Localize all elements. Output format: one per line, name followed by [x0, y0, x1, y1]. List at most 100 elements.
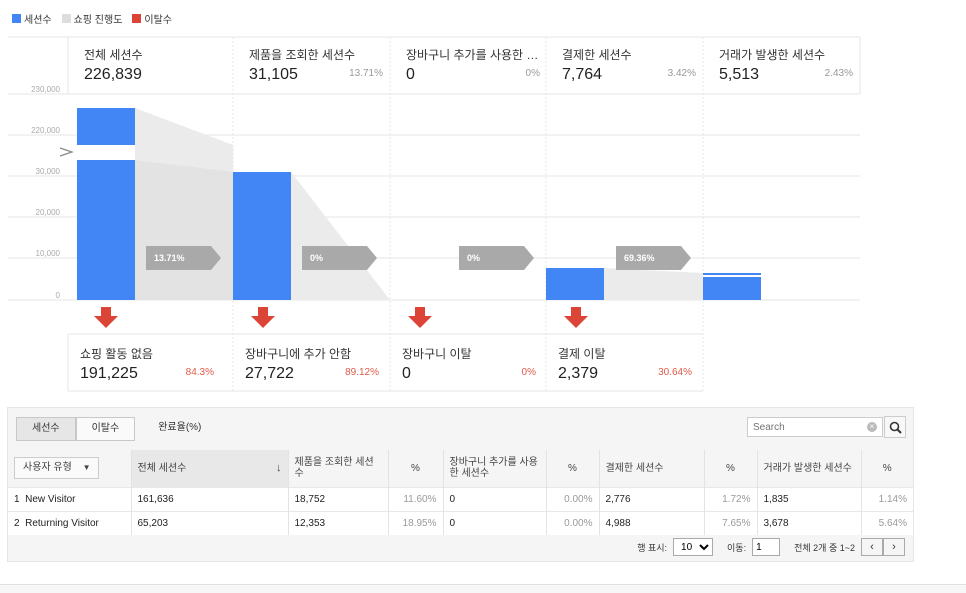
- dimension-select-label: 사용자 유형: [23, 462, 72, 474]
- table-cell: 0: [442, 510, 546, 535]
- table-cell: 4,988: [598, 510, 704, 535]
- row-dimension[interactable]: 1 New Visitor: [8, 486, 131, 511]
- drop-arrow-icon: [564, 307, 588, 328]
- stage-pct: 2.43%: [824, 68, 853, 79]
- table-cell: 11.60%: [387, 486, 443, 511]
- progress-arrow: 0%: [459, 246, 534, 270]
- progress-label: 0%: [467, 253, 481, 263]
- stage-transactions[interactable]: 거래가 발생한 세션수 5,513 2.43%: [703, 46, 859, 84]
- dropoff-no-shopping[interactable]: 쇼핑 활동 없음 191,225 84.3%: [64, 345, 220, 383]
- table-cell: 0: [442, 486, 546, 511]
- stage-product-views[interactable]: 제품을 조회한 세션수 31,105 13.71%: [233, 46, 389, 84]
- progress-arrow: 13.71%: [146, 246, 221, 270]
- dropoff-label: 장바구니 이탈: [402, 347, 472, 361]
- column-header[interactable]: %: [545, 450, 599, 487]
- table-cell: 1,835: [756, 486, 861, 511]
- stage-value: 226,839: [84, 66, 142, 83]
- progress-arrow: 0%: [302, 246, 377, 270]
- clear-search-icon[interactable]: ×: [867, 422, 877, 432]
- bar-transactions-divider: [703, 275, 761, 277]
- bar-product-views[interactable]: [233, 172, 291, 300]
- progress-label: 0%: [310, 253, 324, 263]
- column-header[interactable]: %: [387, 450, 443, 487]
- stage-total-sessions[interactable]: 전체 세션수 226,839: [68, 46, 224, 84]
- table-cell: 65,203: [130, 510, 288, 535]
- progress-label: 69.36%: [624, 253, 655, 263]
- y-tick-label: 230,000: [31, 85, 60, 94]
- column-header[interactable]: 전체 세션수 ↓: [130, 450, 288, 487]
- goto-label: 이동:: [727, 542, 747, 553]
- column-header[interactable]: 제품을 조회한 세션수: [287, 450, 388, 487]
- dropoff-checkout-abandon[interactable]: 결제 이탈 2,379 30.64%: [542, 345, 698, 383]
- table-cell: 18,752: [287, 486, 388, 511]
- table-header-row: 사용자 유형 ▼ 전체 세션수 ↓ 제품을 조회한 세션수 % 장바구니 추가를 …: [8, 450, 913, 487]
- dimension-header: 사용자 유형 ▼: [8, 450, 131, 487]
- bar-total-sessions-lower[interactable]: [77, 160, 135, 300]
- dropoff-pct: 89.12%: [345, 367, 379, 378]
- dropoff-no-cart-add[interactable]: 장바구니에 추가 안함 27,722 89.12%: [229, 345, 385, 383]
- column-header[interactable]: 장바구니 추가를 사용한 세션수: [442, 450, 546, 487]
- drop-arrow-icon: [408, 307, 432, 328]
- stage-add-to-cart[interactable]: 장바구니 추가를 사용한 세... 0 0%: [390, 46, 546, 84]
- column-header[interactable]: %: [860, 450, 913, 487]
- report-panel: 세선수 이탈수 완료율(%) × 사용자 유형 ▼ 전체 세션수 ↓ 제품을 조회…: [7, 407, 914, 562]
- table-cell: 1.72%: [703, 486, 757, 511]
- row-index: 1: [14, 493, 20, 505]
- progress-label: 13.71%: [154, 253, 185, 263]
- goto-page-input[interactable]: [752, 538, 781, 556]
- table-cell: 0.00%: [545, 486, 599, 511]
- rows-per-page-select[interactable]: 10: [673, 538, 714, 556]
- row-index: 2: [14, 517, 20, 529]
- bar-checkout[interactable]: [546, 268, 604, 300]
- dropoff-pct: 30.64%: [658, 367, 692, 378]
- stage-pct: 13.71%: [349, 68, 383, 79]
- column-header[interactable]: %: [703, 450, 757, 487]
- row-name: Returning Visitor: [25, 517, 99, 529]
- search-input[interactable]: [747, 417, 883, 437]
- table-row: 2 Returning Visitor 65,203 12,353 18.95%…: [8, 510, 913, 535]
- table-cell: 2,776: [598, 486, 704, 511]
- table-cell: 1.14%: [860, 486, 913, 511]
- stage-label: 제품을 조회한 세션수: [249, 48, 356, 62]
- table-cell: 12,353: [287, 510, 388, 535]
- stage-label: 거래가 발생한 세션수: [719, 48, 826, 62]
- row-dimension[interactable]: 2 Returning Visitor: [8, 510, 131, 535]
- next-page-button[interactable]: ›: [883, 538, 905, 556]
- dimension-select[interactable]: 사용자 유형 ▼: [14, 457, 100, 480]
- table-cell: 5.64%: [860, 510, 913, 535]
- page-summary: 전체 2개 중 1~2: [794, 542, 855, 553]
- column-header[interactable]: 거래가 발생한 세션수: [756, 450, 861, 487]
- report-table: 사용자 유형 ▼ 전체 세션수 ↓ 제품을 조회한 세션수 % 장바구니 추가를 …: [8, 450, 913, 535]
- stage-checkout[interactable]: 결제한 세션수 7,764 3.42%: [546, 46, 702, 84]
- stage-label: 장바구니 추가를 사용한 세...: [406, 48, 544, 62]
- dropoff-label: 장바구니에 추가 안함: [245, 347, 352, 361]
- table-cell: 3,678: [756, 510, 861, 535]
- drop-arrow-icon: [94, 307, 118, 328]
- dropoff-label: 쇼핑 활동 없음: [80, 347, 153, 361]
- dropoff-pct: 84.3%: [185, 367, 214, 378]
- row-name: New Visitor: [25, 493, 76, 505]
- column-header[interactable]: 결제한 세션수: [598, 450, 704, 487]
- stage-label: 결제한 세션수: [562, 48, 632, 62]
- column-header-label: 전체 세션수: [137, 462, 187, 474]
- progress-arrow: 69.36%: [616, 246, 691, 270]
- sort-desc-icon: ↓: [276, 461, 282, 474]
- search-button[interactable]: [884, 416, 906, 438]
- tab-completion-rate[interactable]: 완료율(%): [143, 417, 216, 441]
- dropoff-cart-abandon[interactable]: 장바구니 이탈 0 0%: [386, 345, 542, 383]
- y-tick-label: 30,000: [35, 167, 60, 176]
- tab-exits[interactable]: 이탈수: [75, 417, 136, 441]
- bar-total-sessions-upper[interactable]: [77, 108, 135, 145]
- search-icon: [889, 421, 902, 434]
- tab-sessions[interactable]: 세선수: [16, 417, 76, 441]
- y-tick-label: 10,000: [35, 249, 60, 258]
- bar-transactions[interactable]: [703, 273, 761, 300]
- stage-pct: 3.42%: [667, 68, 696, 79]
- prev-page-button[interactable]: ‹: [861, 538, 883, 556]
- chevron-down-icon: ▼: [82, 463, 91, 473]
- stage-label: 전체 세션수: [84, 48, 143, 62]
- y-tick-label: 0: [55, 291, 60, 300]
- y-tick-label: 20,000: [35, 208, 60, 217]
- table-cell: 161,636: [130, 486, 288, 511]
- table-row: 1 New Visitor 161,636 18,752 11.60% 0 0.…: [8, 486, 913, 511]
